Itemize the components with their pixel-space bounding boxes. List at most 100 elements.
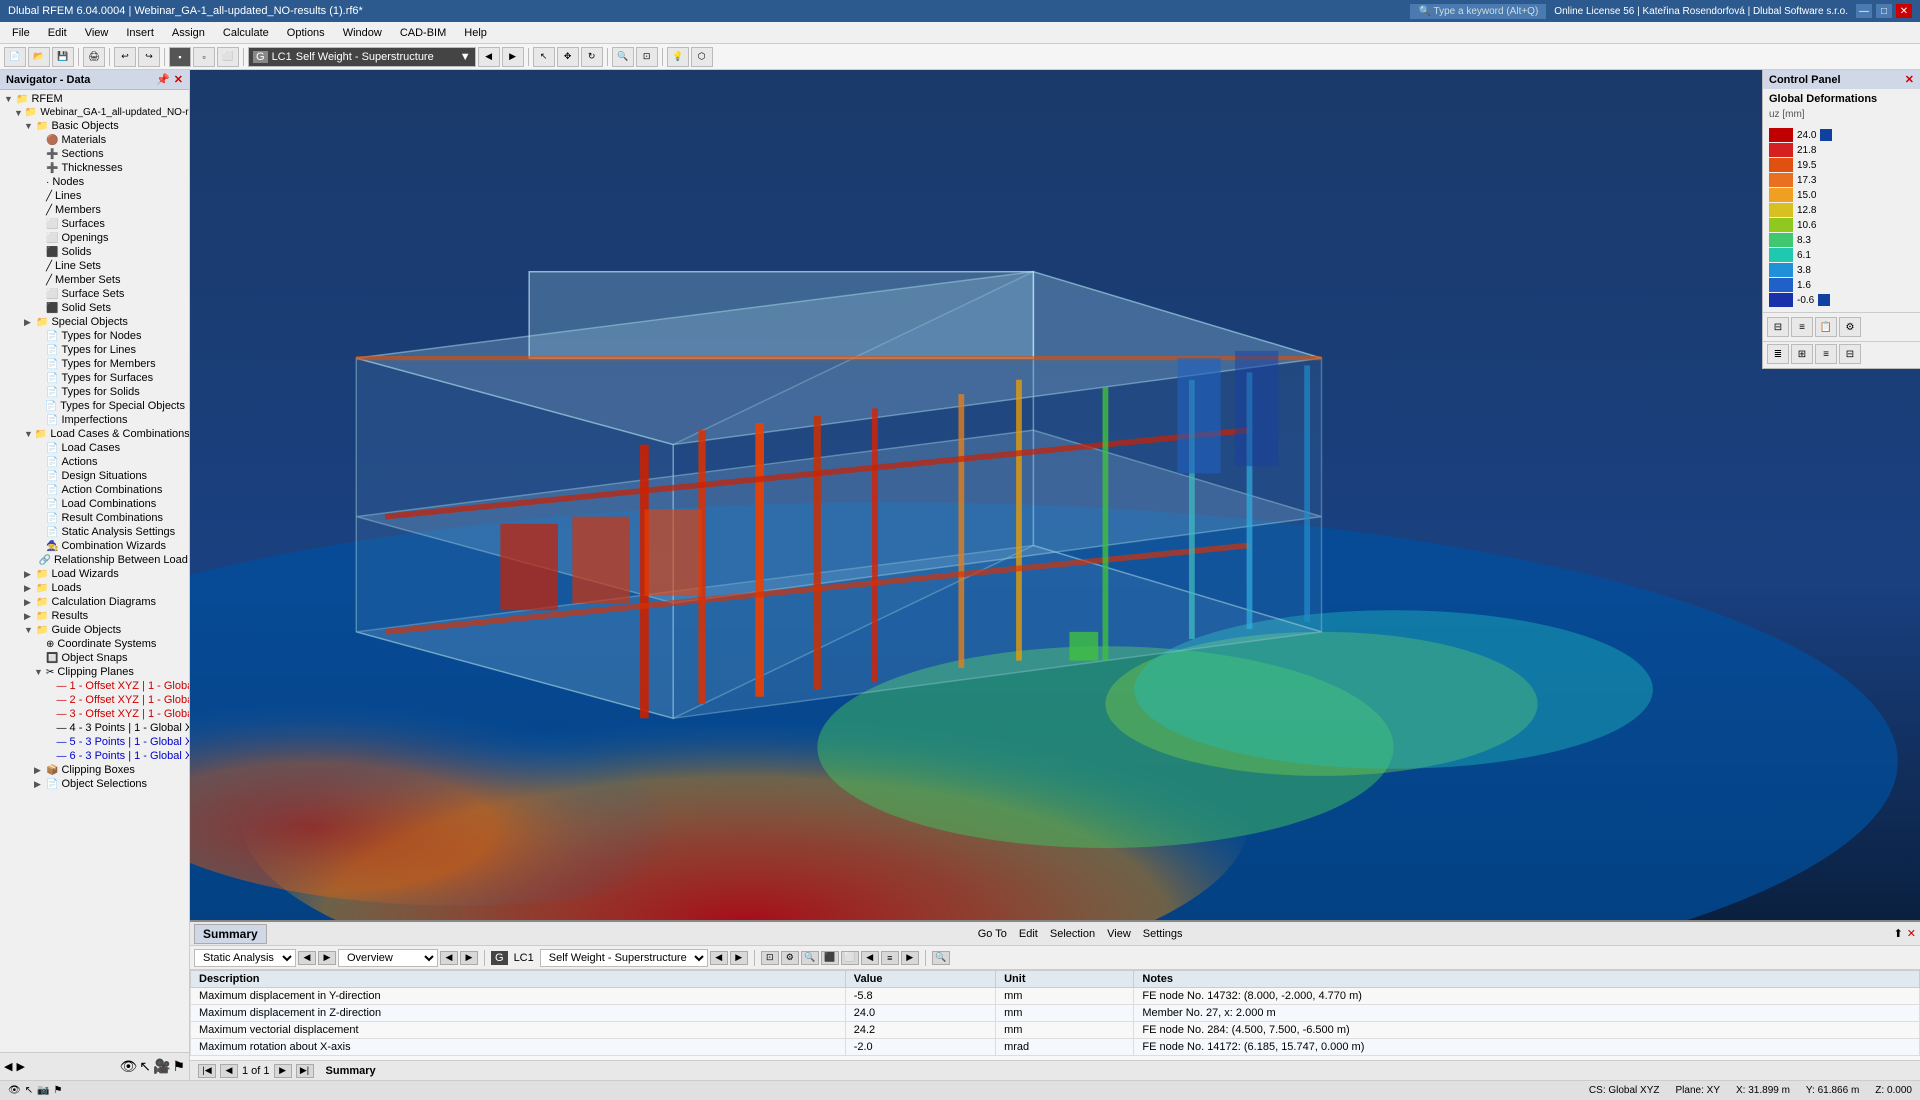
bottom-menu-view[interactable]: View xyxy=(1107,928,1131,940)
undo-btn[interactable]: ↩ xyxy=(114,47,136,67)
lc-prev[interactable]: ◀ xyxy=(478,47,500,67)
view1[interactable]: ▪ xyxy=(169,47,191,67)
nav-load-cases-combo[interactable]: ▼ 📁 Load Cases & Combinations xyxy=(0,427,189,441)
nav-lines[interactable]: ╱ Lines xyxy=(0,189,189,203)
nav-members[interactable]: ╱ Members xyxy=(0,203,189,217)
menu-edit[interactable]: Edit xyxy=(40,25,75,41)
nav-object-selections[interactable]: ▶ 📄 Object Selections xyxy=(0,777,189,791)
bottom-close-icon[interactable]: ✕ xyxy=(1907,927,1916,940)
minimize-button[interactable]: — xyxy=(1856,4,1872,18)
cp-close-button[interactable]: ✕ xyxy=(1905,73,1914,86)
save-btn[interactable]: 💾 xyxy=(52,47,74,67)
search-btn[interactable]: 🔍 xyxy=(932,951,950,965)
close-button[interactable]: ✕ xyxy=(1896,4,1912,18)
nav-member-sets[interactable]: ╱ Member Sets xyxy=(0,273,189,287)
export-btn[interactable]: ⬜ xyxy=(841,951,859,965)
cp-btn-8[interactable]: ⊟ xyxy=(1839,344,1861,364)
btn-next2[interactable]: ▶ xyxy=(460,951,478,965)
nav-line-sets[interactable]: ╱ Line Sets xyxy=(0,259,189,273)
nav-materials[interactable]: 🟤 Materials xyxy=(0,133,189,147)
menu-assign[interactable]: Assign xyxy=(164,25,213,41)
nav-design-situations[interactable]: 📄 Design Situations xyxy=(0,469,189,483)
view2[interactable]: ▫ xyxy=(193,47,215,67)
lc-next[interactable]: ▶ xyxy=(502,47,524,67)
nav-special-objects[interactable]: ▶ 📁 Special Objects xyxy=(0,315,189,329)
btn-lc-next[interactable]: ▶ xyxy=(730,951,748,965)
rotate-btn[interactable]: ↻ xyxy=(581,47,603,67)
nav-load-combinations[interactable]: 📄 Load Combinations xyxy=(0,497,189,511)
nav-load-wizards[interactable]: ▶ 📁 Load Wizards xyxy=(0,567,189,581)
nav-openings[interactable]: ⬜ Openings xyxy=(0,231,189,245)
nav-eye-icon[interactable]: 👁 xyxy=(119,1058,137,1075)
next-page-btn[interactable]: ▶ xyxy=(901,951,919,965)
nav-clipping-planes[interactable]: ▼ ✂ Clipping Planes xyxy=(0,665,189,679)
nav-clipping-boxes[interactable]: ▶ 📦 Clipping Boxes xyxy=(0,763,189,777)
expand-btn[interactable]: ⬛ xyxy=(821,951,839,965)
bottom-menu-selection[interactable]: Selection xyxy=(1050,928,1095,940)
lc-selector[interactable]: G LC1 Self Weight - Superstructure ▼ xyxy=(248,47,476,67)
cp-btn-1[interactable]: ⊟ xyxy=(1767,317,1789,337)
next-page-btn2[interactable]: ▶ xyxy=(274,1064,292,1078)
nav-clip-6[interactable]: — 6 - 3 Points | 1 - Global XYZ xyxy=(0,749,189,763)
print-btn[interactable]: 🖨 xyxy=(83,47,105,67)
move-btn[interactable]: ✥ xyxy=(557,47,579,67)
open-btn[interactable]: 📂 xyxy=(28,47,50,67)
bottom-menu-edit[interactable]: Edit xyxy=(1019,928,1038,940)
nav-nodes[interactable]: · Nodes xyxy=(0,175,189,189)
nav-clip-4[interactable]: — 4 - 3 Points | 1 - Global XYZ xyxy=(0,721,189,735)
cp-btn-3[interactable]: 📋 xyxy=(1815,317,1837,337)
wireframe-btn[interactable]: ⬡ xyxy=(691,47,713,67)
btn-next[interactable]: ▶ xyxy=(318,951,336,965)
statusbar-eye-icon[interactable]: 👁 xyxy=(8,1085,21,1096)
nav-combination-wizards[interactable]: 🧙 Combination Wizards xyxy=(0,539,189,553)
viewport-3d[interactable]: Control Panel ✕ Global Deformations uz [… xyxy=(190,70,1920,920)
cp-btn-6[interactable]: ⊞ xyxy=(1791,344,1813,364)
zoom-fit-btn[interactable]: ⊡ xyxy=(761,951,779,965)
nav-types-lines[interactable]: 📄 Types for Lines xyxy=(0,343,189,357)
btn-prev[interactable]: ◀ xyxy=(298,951,316,965)
nav-rfem-root[interactable]: ▼ 📁 RFEM xyxy=(0,92,189,106)
filter-btn[interactable]: 🔍 xyxy=(801,951,819,965)
new-btn[interactable]: 📄 xyxy=(4,47,26,67)
nav-relationship[interactable]: 🔗 Relationship Between Load C xyxy=(0,553,189,567)
view3[interactable]: ⬜ xyxy=(217,47,239,67)
nav-scroll-left[interactable]: ◀ xyxy=(4,1060,12,1073)
nav-object-snaps[interactable]: 🔲 Object Snaps xyxy=(0,651,189,665)
nav-coord-systems[interactable]: ⊕ Coordinate Systems xyxy=(0,637,189,651)
nav-sections[interactable]: ➕ Sections xyxy=(0,147,189,161)
menu-options[interactable]: Options xyxy=(279,25,333,41)
nav-pin-icon[interactable]: 📌 xyxy=(156,73,170,86)
nav-surfaces[interactable]: ⬜ Surfaces xyxy=(0,217,189,231)
table-select[interactable]: Overview xyxy=(338,949,438,967)
menu-view[interactable]: View xyxy=(77,25,117,41)
bottom-lc-select[interactable]: Self Weight - Superstructure xyxy=(540,949,708,967)
nav-clip-1[interactable]: — 1 - Offset XYZ | 1 - Global X xyxy=(0,679,189,693)
menu-cad-bim[interactable]: CAD-BIM xyxy=(392,25,454,41)
prev-page-btn2[interactable]: ◀ xyxy=(220,1064,238,1078)
bottom-menu-settings[interactable]: Settings xyxy=(1143,928,1183,940)
nav-guide-objects[interactable]: ▼ 📁 Guide Objects xyxy=(0,623,189,637)
menu-help[interactable]: Help xyxy=(456,25,495,41)
nav-loads[interactable]: ▶ 📁 Loads xyxy=(0,581,189,595)
nav-close-icon[interactable]: ✕ xyxy=(174,73,183,86)
menu-insert[interactable]: Insert xyxy=(118,25,162,41)
nav-types-nodes[interactable]: 📄 Types for Nodes xyxy=(0,329,189,343)
first-page-btn[interactable]: |◀ xyxy=(198,1064,216,1078)
nav-thicknesses[interactable]: ➕ Thicknesses xyxy=(0,161,189,175)
statusbar-camera-icon[interactable]: 📷 xyxy=(37,1085,49,1096)
statusbar-flag-icon[interactable]: ⚑ xyxy=(54,1085,63,1096)
nav-video-icon[interactable]: 🎥 xyxy=(153,1058,170,1075)
table-config-btn[interactable]: ⚙ xyxy=(781,951,799,965)
nav-load-cases[interactable]: 📄 Load Cases xyxy=(0,441,189,455)
nav-action-combinations[interactable]: 📄 Action Combinations xyxy=(0,483,189,497)
btn-prev2[interactable]: ◀ xyxy=(440,951,458,965)
maximize-button[interactable]: □ xyxy=(1876,4,1892,18)
statusbar-cursor-icon[interactable]: ↖ xyxy=(25,1085,33,1096)
cp-btn-7[interactable]: ≡ xyxy=(1815,344,1837,364)
select-btn[interactable]: ↖ xyxy=(533,47,555,67)
nav-types-members[interactable]: 📄 Types for Members xyxy=(0,357,189,371)
cp-btn-4[interactable]: ⚙ xyxy=(1839,317,1861,337)
nav-project[interactable]: ▼ 📁 Webinar_GA-1_all-updated_NO-resul xyxy=(0,106,189,119)
menu-file[interactable]: File xyxy=(4,25,38,41)
summary-tab[interactable]: Summary xyxy=(194,924,267,944)
